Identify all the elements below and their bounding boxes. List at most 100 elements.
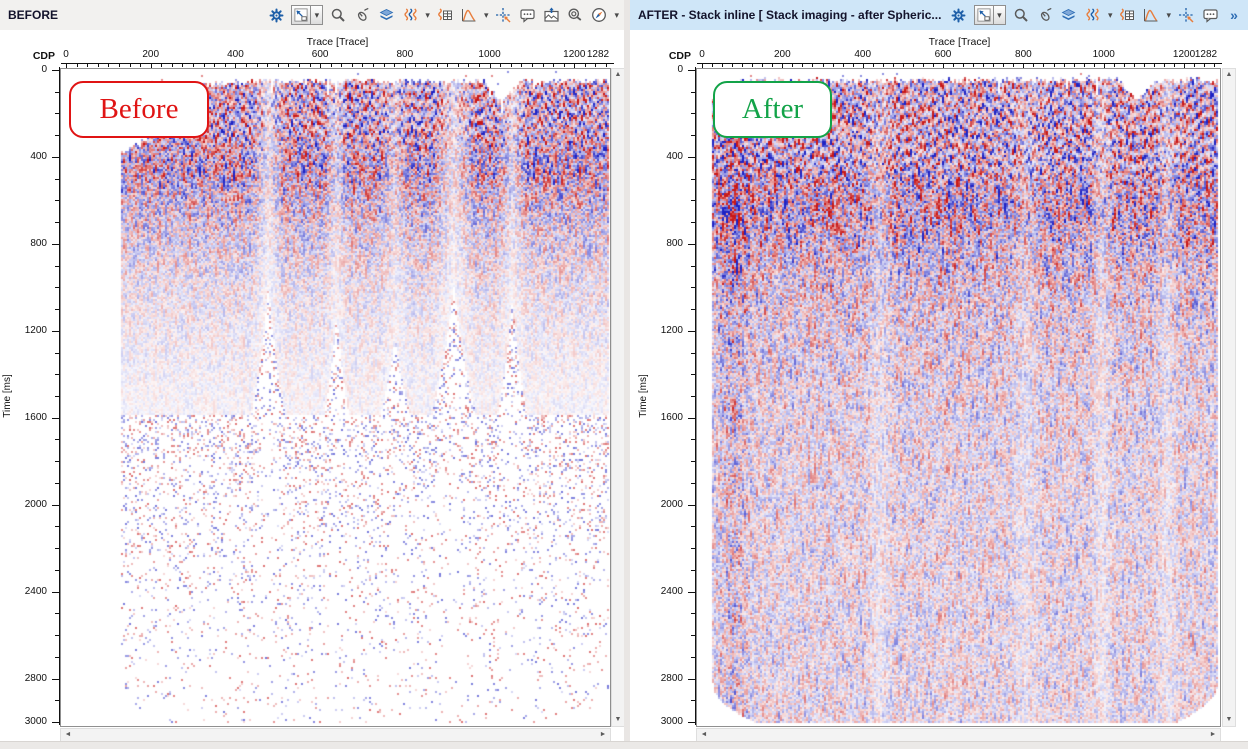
scroll-down-icon[interactable]: ▼ <box>612 714 624 726</box>
panel-toolbar: ▾ ▾ ▾ » <box>950 5 1243 25</box>
y-tick <box>691 548 695 549</box>
horizontal-scrollbar[interactable]: ◄ ► <box>60 728 611 742</box>
wiggle-display-icon[interactable] <box>401 6 419 24</box>
zoom-icon[interactable] <box>1012 6 1030 24</box>
fit-view-icon[interactable] <box>974 5 994 25</box>
y-tick <box>55 635 59 636</box>
settings-gear-icon[interactable] <box>950 6 968 24</box>
wiggle-table-icon[interactable] <box>1118 6 1136 24</box>
crosshair-pick-icon[interactable] <box>494 6 512 24</box>
crosshair-pick-icon[interactable] <box>1177 6 1195 24</box>
fit-view-icon[interactable] <box>291 5 311 25</box>
x-tick <box>278 64 279 67</box>
scroll-right-icon[interactable]: ► <box>597 729 609 741</box>
x-tick <box>732 64 733 67</box>
export-image-icon[interactable] <box>542 6 560 24</box>
y-tick <box>55 439 59 440</box>
y-tick-label: 400 <box>7 151 47 162</box>
layers-icon[interactable] <box>377 6 395 24</box>
dropdown-caret-icon[interactable]: ▾ <box>484 11 489 20</box>
zoom-icon[interactable] <box>329 6 347 24</box>
horizontal-scrollbar[interactable]: ◄ ► <box>696 728 1221 742</box>
x-tick <box>722 64 723 67</box>
compass-icon[interactable] <box>590 6 608 24</box>
panel-header[interactable]: BEFORE ▾▾▾▾ <box>0 0 624 30</box>
dropdown-caret-icon[interactable]: ▾ <box>994 5 1006 25</box>
fit-view-button[interactable]: ▾ <box>974 5 1006 25</box>
y-tick <box>691 483 695 484</box>
y-tick <box>52 679 59 680</box>
vertical-scrollbar[interactable]: ▲ ▼ <box>1222 68 1236 727</box>
x-tick <box>331 64 332 67</box>
fit-view-button[interactable]: ▾ <box>291 5 323 25</box>
y-tick-label: 800 <box>643 238 683 249</box>
scroll-left-icon[interactable]: ◄ <box>62 729 74 741</box>
x-tick <box>762 64 763 67</box>
dropdown-caret-icon[interactable]: ▾ <box>311 5 323 25</box>
overflow-chevrons-icon[interactable]: » <box>1225 6 1243 24</box>
y-tick <box>691 309 695 310</box>
x-tick <box>1094 64 1095 67</box>
y-tick-label: 400 <box>643 151 683 162</box>
panel-header[interactable]: AFTER - Stack inline [ Stack imaging - a… <box>630 0 1248 30</box>
dropdown-caret-icon[interactable]: ▾ <box>1108 11 1113 20</box>
x-tick <box>267 64 268 67</box>
x-tick <box>802 64 803 67</box>
y-tick <box>691 113 695 114</box>
x-tick <box>193 64 194 67</box>
x-tick-label: 200 <box>760 49 804 60</box>
x-tick <box>585 64 586 67</box>
scroll-right-icon[interactable]: ► <box>1207 729 1219 741</box>
x-tick <box>993 64 994 67</box>
mouse-select-icon[interactable] <box>353 6 371 24</box>
y-tick <box>55 135 59 136</box>
x-tick-label: 200 <box>129 49 173 60</box>
x-tick <box>1164 64 1165 67</box>
seismic-viewport[interactable]: Before <box>60 68 611 727</box>
histogram-curve-icon[interactable] <box>460 6 478 24</box>
y-tick-label: 2400 <box>7 586 47 597</box>
y-tick <box>52 505 59 506</box>
y-tick <box>52 592 59 593</box>
seismic-viewport[interactable]: After <box>696 68 1221 727</box>
y-tick <box>55 309 59 310</box>
scroll-down-icon[interactable]: ▼ <box>1223 714 1235 726</box>
scroll-up-icon[interactable]: ▲ <box>612 69 624 81</box>
x-tick <box>532 64 533 67</box>
y-tick <box>55 548 59 549</box>
scroll-left-icon[interactable]: ◄ <box>698 729 710 741</box>
scroll-up-icon[interactable]: ▲ <box>1223 69 1235 81</box>
annotation-bubble-icon[interactable] <box>1201 6 1219 24</box>
x-tick-label: 0 <box>44 49 88 60</box>
x-tick <box>1174 64 1175 67</box>
y-tick <box>688 244 695 245</box>
dropdown-caret-icon[interactable]: ▾ <box>425 11 430 20</box>
y-tick <box>691 200 695 201</box>
x-tick <box>299 64 300 67</box>
histogram-curve-icon[interactable] <box>1142 6 1160 24</box>
wiggle-table-icon[interactable] <box>436 6 454 24</box>
x-tick <box>772 64 773 67</box>
seismic-image[interactable] <box>697 69 1220 726</box>
x-tick <box>426 64 427 67</box>
y-tick <box>55 222 59 223</box>
loupe-icon[interactable] <box>566 6 584 24</box>
x-tick <box>1134 64 1135 67</box>
y-tick <box>691 92 695 93</box>
seismic-image[interactable] <box>61 69 610 726</box>
wiggle-display-icon[interactable] <box>1084 6 1102 24</box>
vertical-scrollbar[interactable]: ▲ ▼ <box>611 68 625 727</box>
layers-icon[interactable] <box>1060 6 1078 24</box>
y-tick <box>52 70 59 71</box>
y-tick <box>691 135 695 136</box>
settings-gear-icon[interactable] <box>267 6 285 24</box>
dropdown-caret-icon[interactable]: ▾ <box>614 11 619 20</box>
x-tick <box>257 64 258 67</box>
y-tick <box>55 570 59 571</box>
mouse-select-icon[interactable] <box>1036 6 1054 24</box>
annotation-bubble-icon[interactable] <box>518 6 536 24</box>
y-tick <box>55 92 59 93</box>
y-tick <box>52 244 59 245</box>
x-tick <box>108 64 109 67</box>
dropdown-caret-icon[interactable]: ▾ <box>1166 11 1171 20</box>
